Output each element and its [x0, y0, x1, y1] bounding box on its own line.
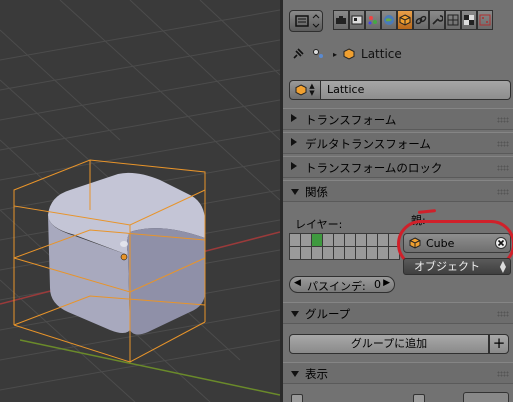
tab-render-layers[interactable]	[349, 10, 365, 30]
pass-index-value: 0	[374, 278, 381, 291]
breadcrumb-arrow-icon: ▸	[333, 49, 338, 59]
section-transform[interactable]: トランスフォーム	[283, 108, 513, 130]
parent-field[interactable]: Cube	[403, 233, 511, 253]
tab-scene[interactable]	[365, 10, 381, 30]
particles-icon	[479, 14, 491, 26]
display-checkbox[interactable]	[413, 394, 425, 402]
drag-grip-icon[interactable]	[497, 371, 509, 377]
section-label: デルタトランスフォーム	[305, 137, 431, 151]
viewport-scene	[0, 0, 280, 402]
tab-particles[interactable]	[477, 10, 493, 30]
decrement-arrow-icon[interactable]: ◀	[294, 278, 301, 288]
object-cube-icon	[399, 14, 411, 26]
drag-grip-icon[interactable]	[497, 189, 509, 195]
y-axis-line	[19, 339, 280, 396]
section-delta-transform[interactable]: デルタトランスフォーム	[283, 132, 513, 154]
plus-button[interactable]: +	[489, 334, 509, 354]
scene-breadcrumb-icon	[313, 49, 323, 58]
3d-viewport[interactable]	[0, 0, 280, 402]
drag-grip-icon[interactable]	[497, 141, 509, 147]
object-origin	[120, 253, 128, 261]
parent-value: Cube	[426, 237, 455, 250]
parent-type-dropdown[interactable]: オブジェクト ▲ ▼	[403, 258, 511, 275]
object-cube-icon	[409, 237, 421, 249]
drag-grip-icon[interactable]	[497, 165, 509, 171]
layer-grid-left[interactable]	[289, 233, 345, 260]
pin-icon[interactable]	[291, 47, 305, 61]
cube-object[interactable]	[48, 172, 205, 335]
expanded-triangle-icon	[291, 371, 299, 377]
section-groups[interactable]: グループ	[283, 302, 513, 324]
object-name-field: ▲ ▼ Lattice	[289, 80, 511, 100]
render-layers-icon	[351, 15, 363, 25]
layer-grid-right[interactable]	[344, 233, 400, 260]
tab-data[interactable]	[445, 10, 461, 30]
tab-object[interactable]	[397, 10, 413, 30]
expanded-triangle-icon	[291, 189, 299, 195]
section-label: 関係	[305, 185, 328, 199]
object-browse-button[interactable]: ▲ ▼	[289, 80, 321, 100]
parent-label: 親:	[411, 214, 426, 227]
drag-grip-icon[interactable]	[497, 311, 509, 317]
pass-index-label: パスインデ:	[307, 280, 366, 293]
expanded-triangle-icon	[291, 311, 299, 317]
tab-world[interactable]	[381, 10, 397, 30]
drag-grip-icon[interactable]	[497, 117, 509, 123]
section-label: トランスフォーム	[305, 113, 397, 127]
collapsed-triangle-icon	[291, 162, 297, 170]
properties-header	[283, 0, 513, 40]
parent-type-value: オブジェクト	[414, 260, 480, 273]
lattice-data-icon	[447, 14, 459, 26]
annotation-mark	[417, 209, 437, 214]
increment-arrow-icon[interactable]: ▶	[383, 278, 390, 288]
properties-editor-icon	[295, 14, 320, 28]
breadcrumb-object-name: Lattice	[361, 47, 402, 61]
wrench-icon	[432, 15, 443, 25]
world-icon	[384, 15, 394, 25]
object-name-input[interactable]: Lattice	[321, 80, 511, 100]
section-display[interactable]: 表示	[283, 362, 513, 384]
dropdown-arrows-icon: ▲ ▼	[499, 259, 506, 274]
editor-type-menu[interactable]	[289, 10, 323, 32]
tab-render[interactable]	[333, 10, 349, 30]
scene-icon	[368, 16, 377, 25]
layers-label: レイヤー:	[295, 218, 343, 231]
display-dropdown[interactable]	[463, 392, 509, 402]
breadcrumb: ▸ Lattice	[291, 44, 402, 64]
camera-icon	[336, 16, 346, 24]
section-relations[interactable]: 関係	[283, 180, 513, 202]
section-label: グループ	[305, 307, 351, 321]
display-checkbox[interactable]	[291, 394, 303, 402]
clear-x-icon[interactable]	[495, 237, 507, 249]
collapsed-triangle-icon	[291, 114, 297, 122]
constraint-link-icon	[415, 15, 427, 25]
checker-icon	[464, 15, 474, 25]
section-transform-lock[interactable]: トランスフォームのロック	[283, 156, 513, 178]
tab-constraints[interactable]	[413, 10, 429, 30]
updown-arrows-icon: ▲ ▼	[309, 82, 315, 97]
section-label: トランスフォームのロック	[305, 161, 443, 175]
tab-physics[interactable]	[461, 10, 477, 30]
pass-index-field[interactable]: ◀ パスインデ: 0 ▶	[289, 276, 395, 293]
collapsed-triangle-icon	[291, 138, 297, 146]
tab-modifiers[interactable]	[429, 10, 445, 30]
properties-panel: ▸ Lattice ▲ ▼ Lattice トランスフォーム デルタトランスフォー…	[283, 0, 513, 402]
section-label: 表示	[305, 367, 328, 381]
add-to-group-button[interactable]: グループに追加	[289, 334, 489, 354]
object-cube-icon	[295, 84, 307, 96]
object-cube-icon	[343, 48, 355, 60]
